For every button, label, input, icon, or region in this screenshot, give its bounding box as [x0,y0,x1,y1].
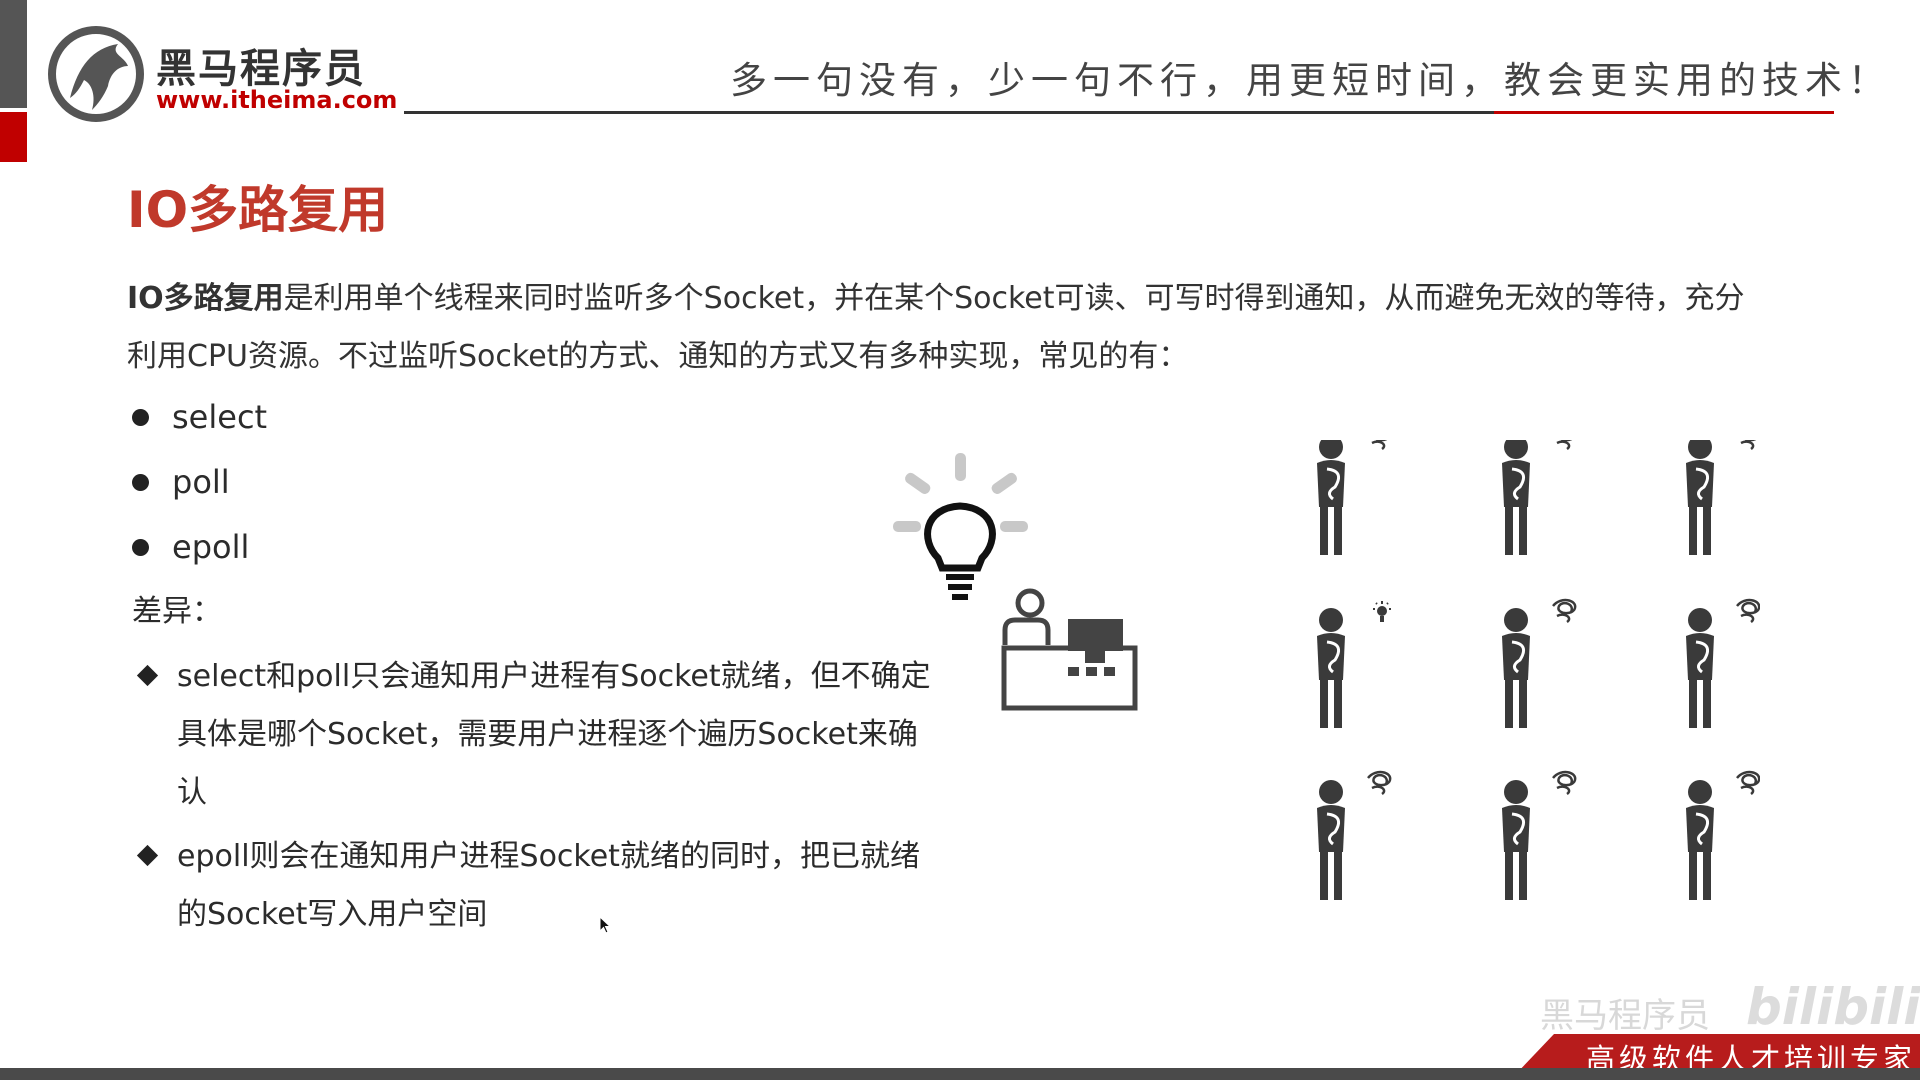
header-divider [404,111,1494,114]
footer-bar [0,1068,1920,1080]
bilibili-watermark-logo: bilibili [1746,978,1920,1036]
list-item-poll: poll [128,455,267,520]
intro-term: IO多路复用 [127,281,284,316]
left-accent-bar-red [0,112,27,162]
person-icon [1500,606,1532,730]
thinking-scribble-icon [1735,425,1761,451]
list-item-epoll: epoll [128,520,267,585]
person-icon [1315,606,1347,730]
slide-title: IO多路复用 [127,181,389,239]
mouse-cursor-icon [599,916,611,934]
thinking-scribble-icon [1735,770,1761,796]
intro-text: 是利用单个线程来同时监听多个Socket，并在某个Socket可读、可写时得到通… [127,281,1745,374]
person-icon [1500,433,1532,557]
user-process-grid [1315,425,1761,902]
io-model-list: select poll epoll [128,390,267,585]
header-slogan: 多一句没有，少一句不行，用更短时间，教会更实用的技术！ [730,59,1891,102]
person-icon [1684,606,1716,730]
left-accent-bar-dark [0,0,27,108]
illustration [880,425,1761,910]
thinking-scribble-icon [1551,598,1577,624]
idea-bulb-icon [1372,600,1392,623]
list-item-select: select [128,390,267,455]
server-operator-icon [1001,588,1138,711]
person-icon [1315,778,1347,902]
difference-item-epoll: epoll则会在通知用户进程Socket就绪的同时，把已就绪的Socket写入用… [134,828,937,944]
intro-paragraph: IO多路复用是利用单个线程来同时监听多个Socket，并在某个Socket可读、… [127,270,1767,386]
difference-heading: 差异： [132,594,222,629]
person-icon [1684,433,1716,557]
thinking-scribble-icon [1735,598,1761,624]
lightbulb-icon [893,453,1028,600]
horse-logo-icon [48,26,144,122]
thinking-scribble-icon [1551,770,1577,796]
brand-logo: 黑马程序员 www.itheima.com [48,26,397,122]
person-icon [1315,433,1347,557]
person-icon [1684,778,1716,902]
difference-item-select-poll: select和poll只会通知用户进程有Socket就绪，但不确定具体是哪个So… [134,648,937,822]
illustration-svg [893,425,1761,902]
header-divider-accent [1494,111,1834,114]
thinking-scribble-icon [1366,425,1392,451]
watermark-text: 黑马程序员 [1540,996,1710,1036]
logo-url: www.itheima.com [156,86,398,114]
person-icon [1500,778,1532,902]
thinking-scribble-icon [1366,770,1392,796]
thinking-scribble-icon [1551,425,1577,451]
